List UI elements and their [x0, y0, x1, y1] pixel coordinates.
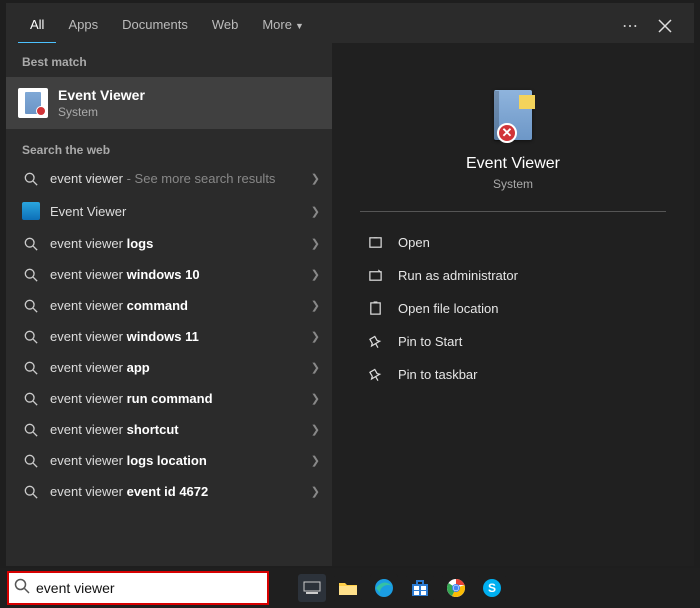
web-result[interactable]: event viewer logs ❯: [6, 228, 332, 259]
web-result-bing[interactable]: Event Viewer ❯: [6, 194, 332, 228]
tab-apps[interactable]: Apps: [56, 9, 110, 44]
store-icon[interactable]: [406, 574, 434, 602]
detail-subtitle: System: [493, 177, 533, 191]
web-result[interactable]: event viewer app ❯: [6, 352, 332, 383]
svg-text:S: S: [488, 581, 496, 595]
web-result[interactable]: event viewer run command ❯: [6, 383, 332, 414]
chevron-right-icon: ❯: [305, 172, 320, 185]
search-icon: [22, 485, 40, 499]
web-result[interactable]: event viewer windows 10 ❯: [6, 259, 332, 290]
section-search-web: Search the web: [6, 131, 332, 163]
shield-icon: [364, 268, 386, 283]
chevron-right-icon: ❯: [305, 485, 320, 498]
search-icon: [22, 330, 40, 344]
detail-pane: ✕ Event Viewer System Open Run as admini…: [332, 43, 694, 566]
task-view-icon[interactable]: [298, 574, 326, 602]
chrome-icon[interactable]: [442, 574, 470, 602]
web-result[interactable]: event viewer event id 4672 ❯: [6, 476, 332, 507]
chevron-right-icon: ❯: [305, 237, 320, 250]
web-result[interactable]: event viewer shortcut ❯: [6, 414, 332, 445]
chevron-right-icon: ❯: [305, 392, 320, 405]
search-icon: [22, 423, 40, 437]
event-viewer-icon: [18, 88, 48, 118]
edge-icon[interactable]: [370, 574, 398, 602]
close-button[interactable]: [648, 13, 682, 39]
chevron-right-icon: ❯: [305, 454, 320, 467]
results-pane: Best match Event Viewer System Search th…: [6, 43, 332, 566]
search-icon: [22, 454, 40, 468]
open-icon: [364, 235, 386, 250]
web-result[interactable]: event viewer logs location ❯: [6, 445, 332, 476]
detail-title: Event Viewer: [466, 155, 560, 173]
search-input[interactable]: [36, 580, 262, 596]
taskbar: S: [0, 568, 700, 608]
action-open[interactable]: Open: [360, 226, 666, 259]
best-match-subtitle: System: [58, 105, 145, 119]
action-pin-taskbar[interactable]: Pin to taskbar: [360, 358, 666, 391]
chevron-right-icon: ❯: [305, 205, 320, 218]
web-result[interactable]: event viewer windows 11 ❯: [6, 321, 332, 352]
search-icon: [14, 578, 30, 599]
app-card: ✕ Event Viewer System: [360, 63, 666, 212]
tab-web[interactable]: Web: [200, 9, 251, 44]
tab-all[interactable]: All: [18, 9, 56, 44]
taskbar-search[interactable]: [8, 572, 268, 604]
options-button[interactable]: ⋯: [612, 10, 648, 42]
search-icon: [22, 299, 40, 313]
action-run-admin[interactable]: Run as administrator: [360, 259, 666, 292]
section-best-match: Best match: [6, 43, 332, 75]
pin-icon: [364, 334, 386, 349]
chevron-right-icon: ❯: [305, 423, 320, 436]
tab-more[interactable]: More▼: [250, 9, 316, 44]
event-viewer-icon: ✕: [487, 89, 539, 141]
search-icon: [22, 172, 40, 186]
search-icon: [22, 361, 40, 375]
best-match-item[interactable]: Event Viewer System: [6, 77, 332, 129]
bing-icon: [22, 202, 40, 220]
search-icon: [22, 392, 40, 406]
action-open-location[interactable]: Open file location: [360, 292, 666, 325]
chevron-right-icon: ❯: [305, 268, 320, 281]
chevron-right-icon: ❯: [305, 330, 320, 343]
search-tabs: All Apps Documents Web More▼ ⋯: [6, 3, 694, 43]
folder-icon: [364, 301, 386, 316]
web-result[interactable]: event viewer command ❯: [6, 290, 332, 321]
search-flyout: All Apps Documents Web More▼ ⋯ Best matc…: [6, 3, 694, 566]
chevron-right-icon: ❯: [305, 299, 320, 312]
web-result[interactable]: event viewer - See more search results ❯: [6, 163, 332, 194]
action-pin-start[interactable]: Pin to Start: [360, 325, 666, 358]
search-icon: [22, 268, 40, 282]
best-match-title: Event Viewer: [58, 87, 145, 103]
pin-icon: [364, 367, 386, 382]
file-explorer-icon[interactable]: [334, 574, 362, 602]
search-icon: [22, 237, 40, 251]
tab-documents[interactable]: Documents: [110, 9, 200, 44]
chevron-right-icon: ❯: [305, 361, 320, 374]
skype-icon[interactable]: S: [478, 574, 506, 602]
